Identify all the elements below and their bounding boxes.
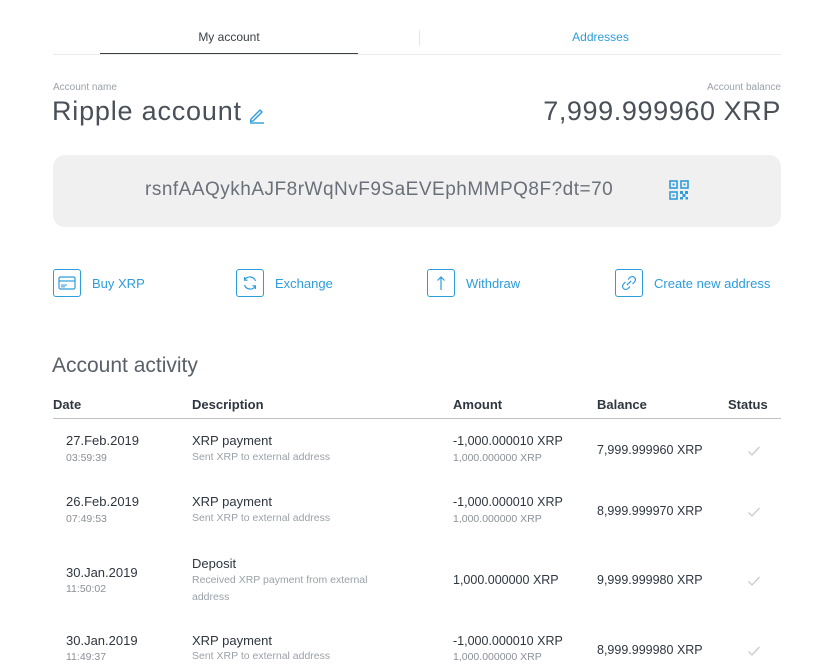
withdraw-button[interactable]: Withdraw [427,268,520,298]
row-description: Deposit [192,556,237,571]
row-amount: -1,000.000010 XRP [453,434,563,448]
check-icon [748,446,760,456]
row-date: 26.Feb.2019 [66,494,140,509]
exchange-button[interactable]: Exchange [236,268,333,298]
column-header-amount: Amount [453,397,503,412]
row-description-sub: Sent XRP to external address [192,512,331,524]
row-description: XRP payment [192,494,272,509]
address-box: rsnfAAQykhAJF8rWqNvF9SaEVEphMMPQ8F?dt=70 [53,155,781,227]
account-balance: 7,999.999960 XRP [543,96,781,126]
account-name-label: Account name [53,82,117,93]
row-amount-sub: 1,000.000000 XRP [453,513,542,525]
row-balance: 9,999.999980 XRP [597,573,703,587]
tab-my-account[interactable]: My account [100,22,358,54]
column-header-status: Status [728,397,768,412]
account-address[interactable]: rsnfAAQykhAJF8rWqNvF9SaEVEphMMPQ8F?dt=70 [145,179,613,201]
row-date: 27.Feb.2019 [66,433,140,448]
table-header-divider [53,418,781,419]
row-amount-sub: 1,000.000000 XRP [453,651,542,663]
row-time: 03:59:39 [66,452,107,464]
row-description-sub: Received XRP payment from external addre… [192,574,368,603]
column-header-balance: Balance [597,397,647,412]
check-icon [748,576,760,586]
row-amount: 1,000.000000 XRP [453,573,559,587]
buy-xrp-label: Buy XRP [92,275,145,291]
link-icon [615,269,643,297]
arrow-up-icon [427,269,455,297]
row-description-sub: Sent XRP to external address [192,650,331,662]
pencil-icon[interactable] [248,106,266,124]
row-amount: -1,000.000010 XRP [453,495,563,509]
table-row[interactable]: 26.Feb.2019 07:49:53 XRP payment Sent XR… [53,494,781,534]
buy-xrp-button[interactable]: Buy XRP [53,268,145,298]
row-balance: 8,999.999980 XRP [597,643,703,657]
tab-addresses[interactable]: Addresses [420,22,781,53]
create-new-address-label: Create new address [654,275,771,291]
check-icon [748,507,760,517]
row-time: 11:49:37 [66,651,107,663]
account-activity-title: Account activity [52,354,198,377]
row-description: XRP payment [192,633,272,648]
withdraw-label: Withdraw [466,275,521,291]
tab-bar: My account Addresses [53,22,781,55]
row-amount-sub: 1,000.000000 XRP [453,452,542,464]
account-name: Ripple account [52,96,242,126]
create-new-address-button[interactable]: Create new address [615,268,770,298]
exchange-label: Exchange [275,275,333,291]
row-balance: 7,999.999960 XRP [597,443,703,457]
check-icon [748,646,760,656]
refresh-icon [236,269,264,297]
row-balance: 8,999.999970 XRP [597,504,703,518]
card-icon [53,269,81,297]
column-header-description: Description [192,397,264,412]
row-date: 30.Jan.2019 [66,565,138,580]
account-balance-label: Account balance [707,82,781,93]
row-description: XRP payment [192,433,272,448]
row-date: 30.Jan.2019 [66,633,138,648]
row-time: 11:50:02 [66,583,107,595]
column-header-date: Date [53,397,82,412]
table-row[interactable]: 27.Feb.2019 03:59:39 XRP payment Sent XR… [53,433,781,473]
table-row[interactable]: 30.Jan.2019 11:49:37 XRP payment Sent XR… [53,633,781,663]
row-time: 07:49:53 [66,513,107,525]
qr-code-icon[interactable] [669,180,689,200]
row-amount: -1,000.000010 XRP [453,634,563,648]
row-description-sub: Sent XRP to external address [192,451,331,463]
table-row[interactable]: Deposit Received XRP payment from extern… [53,555,781,607]
